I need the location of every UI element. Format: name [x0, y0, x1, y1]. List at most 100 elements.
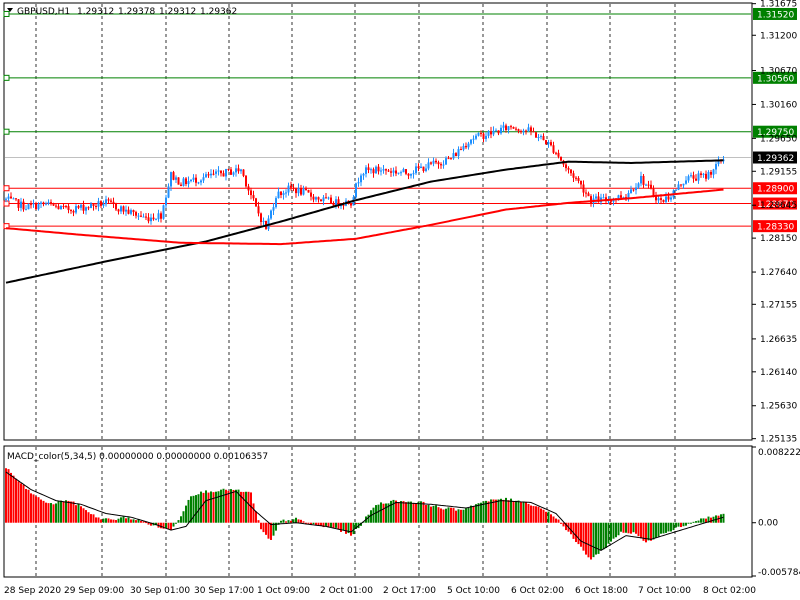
candle-body[interactable]: [205, 174, 207, 178]
candle-body[interactable]: [50, 202, 52, 204]
candle-body[interactable]: [712, 169, 715, 175]
candle-body[interactable]: [475, 135, 477, 139]
candle-body[interactable]: [477, 132, 480, 136]
candle-body[interactable]: [142, 216, 145, 218]
candle-body[interactable]: [700, 173, 702, 175]
candle-body[interactable]: [167, 186, 170, 198]
candle-body[interactable]: [552, 145, 555, 153]
candle-body[interactable]: [212, 173, 215, 175]
candle-body[interactable]: [92, 203, 95, 206]
candle-body[interactable]: [237, 168, 240, 172]
candle-body[interactable]: [677, 184, 680, 190]
candle-body[interactable]: [665, 196, 667, 202]
candle-body[interactable]: [455, 153, 457, 157]
candle-body[interactable]: [242, 169, 245, 176]
candle-body[interactable]: [245, 175, 247, 187]
candle-body[interactable]: [467, 143, 470, 148]
candle-body[interactable]: [75, 206, 77, 213]
candle-body[interactable]: [187, 181, 190, 185]
candle-body[interactable]: [535, 132, 537, 138]
candle-body[interactable]: [155, 219, 157, 221]
candle-body[interactable]: [652, 188, 655, 196]
candle-body[interactable]: [500, 127, 502, 134]
candle-body[interactable]: [660, 198, 662, 200]
candle-body[interactable]: [260, 213, 262, 223]
candle-body[interactable]: [492, 130, 495, 135]
candle-body[interactable]: [702, 173, 705, 175]
candle-body[interactable]: [305, 188, 307, 190]
candle-body[interactable]: [90, 203, 92, 209]
candle-body[interactable]: [645, 184, 647, 186]
candle-body[interactable]: [277, 191, 280, 199]
candle-body[interactable]: [372, 169, 375, 174]
candle-body[interactable]: [215, 171, 217, 174]
candle-body[interactable]: [572, 173, 575, 178]
candle-body[interactable]: [375, 166, 377, 174]
candle-body[interactable]: [255, 198, 257, 207]
candle-body[interactable]: [217, 170, 220, 172]
candle-body[interactable]: [45, 203, 47, 205]
candle-body[interactable]: [192, 177, 195, 180]
candle-body[interactable]: [210, 173, 212, 176]
candle-body[interactable]: [632, 189, 635, 191]
candle-body[interactable]: [170, 172, 172, 187]
candle-body[interactable]: [185, 178, 187, 185]
candle-body[interactable]: [115, 203, 117, 210]
candle-body[interactable]: [152, 217, 155, 220]
candle-body[interactable]: [250, 190, 252, 196]
candle-body[interactable]: [367, 167, 370, 171]
candle-body[interactable]: [567, 168, 570, 170]
candle-body[interactable]: [230, 169, 232, 175]
candle-body[interactable]: [465, 145, 467, 148]
candle-body[interactable]: [690, 175, 692, 177]
candle-body[interactable]: [17, 199, 20, 208]
candle-body[interactable]: [275, 198, 277, 208]
candle-body[interactable]: [585, 192, 587, 194]
candle-body[interactable]: [635, 187, 637, 191]
candle-body[interactable]: [220, 170, 222, 174]
candle-body[interactable]: [182, 178, 185, 186]
candle-body[interactable]: [385, 169, 387, 171]
candle-body[interactable]: [662, 199, 665, 202]
candle-body[interactable]: [312, 196, 315, 200]
candle-body[interactable]: [30, 204, 32, 206]
candle-body[interactable]: [330, 197, 332, 204]
candle-body[interactable]: [77, 206, 80, 208]
candle-body[interactable]: [575, 177, 577, 179]
candle-body[interactable]: [175, 177, 177, 180]
candle-body[interactable]: [692, 175, 695, 179]
candle-body[interactable]: [447, 158, 450, 160]
candle-body[interactable]: [35, 203, 37, 210]
candle-body[interactable]: [297, 188, 300, 194]
candle-body[interactable]: [577, 178, 580, 181]
candle-body[interactable]: [537, 136, 540, 138]
candle-body[interactable]: [252, 195, 255, 199]
candle-body[interactable]: [145, 216, 147, 218]
candle-body[interactable]: [147, 217, 150, 222]
candle-body[interactable]: [502, 125, 505, 128]
candle-body[interactable]: [227, 168, 230, 170]
candle-body[interactable]: [272, 207, 275, 211]
candle-body[interactable]: [32, 203, 35, 205]
candle-body[interactable]: [715, 164, 717, 170]
candle-body[interactable]: [295, 188, 297, 194]
level-anchor-handle[interactable]: [3, 74, 10, 81]
candle-body[interactable]: [355, 183, 357, 198]
candle-body[interactable]: [310, 192, 312, 197]
candle-body[interactable]: [705, 173, 707, 179]
candle-body[interactable]: [7, 196, 10, 199]
candle-body[interactable]: [280, 191, 282, 196]
candle-body[interactable]: [570, 169, 572, 174]
candle-body[interactable]: [542, 136, 545, 141]
candle-body[interactable]: [410, 174, 412, 176]
candle-body[interactable]: [667, 196, 670, 200]
candle-body[interactable]: [485, 135, 487, 139]
candle-body[interactable]: [195, 177, 197, 183]
candle-body[interactable]: [527, 127, 530, 132]
candle-body[interactable]: [685, 180, 687, 184]
candle-body[interactable]: [422, 166, 425, 171]
candle-body[interactable]: [620, 195, 622, 198]
candle-body[interactable]: [707, 171, 710, 179]
candle-body[interactable]: [120, 206, 122, 212]
candle-body[interactable]: [382, 169, 385, 171]
